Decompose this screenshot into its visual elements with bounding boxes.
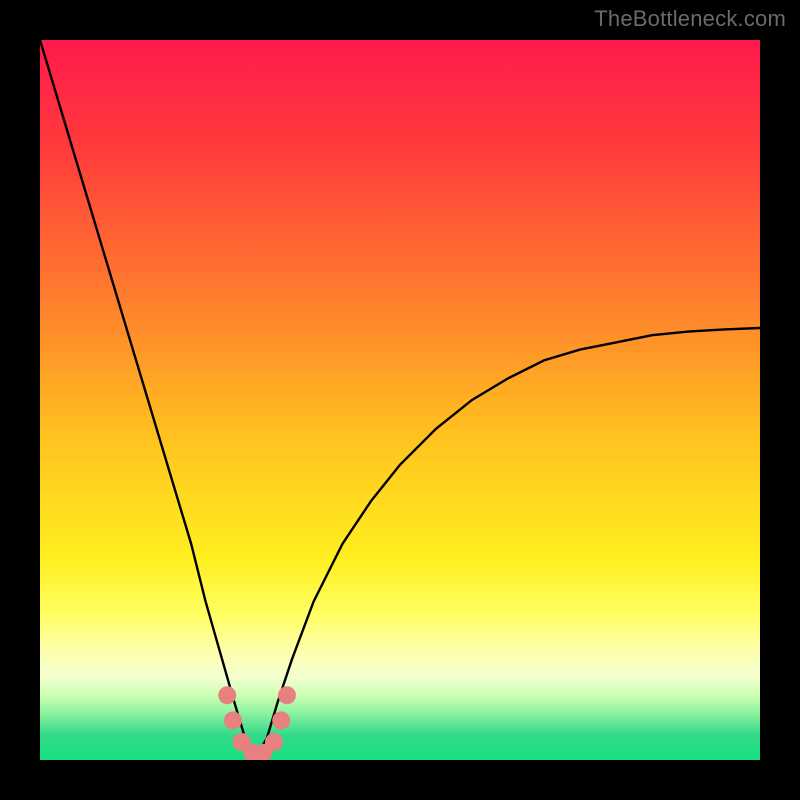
curve-marker bbox=[224, 711, 242, 729]
curve-layer bbox=[40, 40, 760, 760]
curve-marker bbox=[272, 711, 290, 729]
plot-area bbox=[40, 40, 760, 760]
chart-frame: TheBottleneck.com bbox=[0, 0, 800, 800]
curve-marker bbox=[265, 733, 283, 751]
curve-marker bbox=[278, 686, 296, 704]
curve-markers bbox=[218, 686, 296, 760]
bottleneck-curve bbox=[40, 40, 760, 756]
watermark-text: TheBottleneck.com bbox=[594, 6, 786, 32]
curve-marker bbox=[218, 686, 236, 704]
